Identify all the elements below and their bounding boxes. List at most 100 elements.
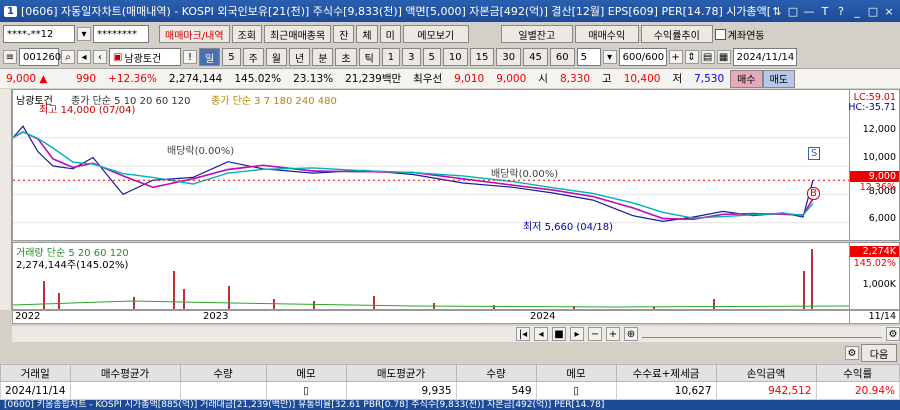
trade-profit-button[interactable]: 매매수익 (574, 25, 639, 43)
calendar-icon[interactable]: ▦ (716, 50, 731, 64)
period-week-button[interactable]: 주 (242, 48, 264, 66)
zoom-out-icon[interactable]: − (588, 327, 602, 341)
cell-sell-qty: 549 (455, 381, 537, 400)
recent-trades-button[interactable]: 최근매매종목 (263, 25, 332, 43)
price-line (13, 125, 814, 223)
chevron-left-icon[interactable]: ‹ (93, 50, 107, 64)
minimize-button[interactable]: _ (850, 5, 864, 18)
period-month-button[interactable]: 월 (265, 48, 287, 66)
interval-10-button[interactable]: 10 (442, 48, 468, 66)
interval-1-button[interactable]: 1 (381, 48, 401, 66)
balance-button[interactable]: 잔 (333, 25, 355, 43)
y-tick: 6,000 (868, 213, 896, 224)
interval-15-button[interactable]: 15 (469, 48, 495, 66)
bar-count-input[interactable]: 600/600 (618, 48, 667, 66)
query-button[interactable]: 조회 (231, 25, 262, 43)
dividend-note-1: 배당락(0.00%) (167, 146, 235, 157)
font-icon[interactable]: T (818, 5, 832, 18)
window-number: 1 (4, 5, 17, 17)
account-input[interactable]: ****-**12 (3, 25, 75, 43)
stop-icon[interactable]: ■ (552, 327, 566, 341)
col-fee-tax[interactable]: 수수료+제세금 (615, 364, 717, 382)
unfilled-button[interactable]: 미 (379, 25, 401, 43)
grid-toolbar: ⚙ 다음 (0, 343, 900, 363)
memo-icon: ▯ (303, 384, 309, 397)
price-axis: LC:59.01 HC:-35.71 12,000 10,000 8,000 6… (848, 89, 900, 241)
volume-bar (133, 297, 135, 309)
account-toolbar: ****-**12 ▾ ******** 매매마크/내역 조회 최근매매종목 잔… (0, 23, 900, 45)
cell-buy-memo[interactable]: ▯ (265, 381, 347, 400)
best-ask-label: 최우선 (413, 73, 443, 85)
chevron-down-icon[interactable]: ▾ (77, 27, 91, 41)
skip-back-icon[interactable]: |◂ (516, 327, 530, 341)
window-box-icon[interactable]: □ (786, 5, 800, 18)
executed-button[interactable]: 체 (356, 25, 378, 43)
col-sell-avg[interactable]: 매도평균가 (345, 364, 457, 382)
col-return[interactable]: 수익률 (815, 364, 900, 382)
list-icon[interactable]: ≡ (3, 50, 17, 64)
dash-icon[interactable]: — (802, 5, 816, 18)
daily-balance-button[interactable]: 일별잔고 (500, 25, 573, 43)
interval-45-button[interactable]: 45 (523, 48, 548, 66)
search-icon[interactable]: ⌕ (61, 50, 75, 64)
col-buy-qty[interactable]: 수량 (179, 364, 267, 382)
sell-button[interactable]: 매도 (762, 69, 795, 88)
period-year-button[interactable]: 년 (288, 48, 311, 66)
interval-select[interactable]: 5 (576, 48, 601, 66)
period-day-button[interactable]: 일 (199, 48, 221, 66)
buy-button[interactable]: 매수 (730, 69, 763, 88)
table-row[interactable]: 2024/11/14 ▯ 9,935 549 ▯ 10,627 942,512 … (0, 381, 900, 400)
col-buy-memo[interactable]: 메모 (265, 364, 347, 382)
crosshair-icon[interactable]: + (668, 50, 683, 64)
scale-icon[interactable]: ⇕ (684, 50, 699, 64)
period-5-button[interactable]: 5 (222, 48, 241, 66)
left-tool-strip[interactable] (0, 89, 12, 310)
alert-icon[interactable]: ! (183, 50, 197, 64)
speaker-icon[interactable]: ◂ (77, 50, 91, 64)
open-label: 시 (538, 73, 548, 85)
scroll-track[interactable] (642, 330, 882, 338)
sort-icon[interactable]: ⇅ (770, 5, 784, 18)
account-link-checkbox[interactable]: 계좌연동 (714, 27, 765, 42)
next-icon[interactable]: ▸ (570, 327, 584, 341)
password-input[interactable]: ******** (93, 25, 149, 43)
prev-icon[interactable]: ◂ (534, 327, 548, 341)
col-trade-date[interactable]: 거래일 (0, 364, 71, 382)
save-icon[interactable]: ▤ (700, 50, 715, 64)
col-buy-avg[interactable]: 매수평균가 (69, 364, 181, 382)
high-value: 10,400 (623, 72, 661, 85)
stock-code-input[interactable]: 001260 (19, 48, 61, 66)
gear-icon[interactable]: ⚙ (845, 346, 859, 360)
trade-mark-button[interactable]: 매매마크/내역 (159, 25, 230, 43)
interval-60-button[interactable]: 60 (549, 48, 575, 66)
date-input[interactable]: 2024/11/14 (732, 48, 797, 66)
price-chart[interactable]: 남광토건 종가 단순 5 10 20 60 120 종가 단순 3 7 180 … (12, 89, 850, 241)
interval-5-button[interactable]: 5 (422, 48, 441, 66)
help-icon[interactable]: ? (834, 5, 848, 18)
zoom-in-icon[interactable]: + (606, 327, 620, 341)
next-button[interactable]: 다음 (861, 344, 897, 362)
signal-sell-marker: S (808, 147, 821, 160)
zoom-fit-icon[interactable]: ⊕ (624, 327, 638, 341)
maximize-button[interactable]: □ (866, 5, 880, 18)
volume-bar (273, 299, 275, 309)
period-second-button[interactable]: 초 (335, 48, 357, 66)
cell-buy-avg (69, 381, 181, 400)
interval-30-button[interactable]: 30 (496, 48, 522, 66)
settings-icon[interactable]: ⚙ (886, 327, 900, 341)
col-sell-qty[interactable]: 수량 (455, 364, 537, 382)
price-change-pct: +12.36% (108, 72, 157, 85)
period-minute-button[interactable]: 분 (312, 48, 334, 66)
col-sell-memo[interactable]: 메모 (535, 364, 617, 382)
chevron-down-icon[interactable]: ▾ (602, 50, 617, 64)
col-profit[interactable]: 손익금액 (715, 364, 817, 382)
memo-view-button[interactable]: 메모보기 (402, 25, 469, 43)
volume-chart[interactable]: 거래량 단순 5 20 60 120 2,274,144주(145.02%) (12, 242, 850, 310)
close-button[interactable]: × (882, 5, 896, 18)
x-axis-right: 11/14 (850, 310, 900, 324)
interval-3-button[interactable]: 3 (402, 48, 421, 66)
cell-sell-memo[interactable]: ▯ (535, 381, 617, 400)
cell-trade-date: 2024/11/14 (0, 381, 71, 400)
period-tick-button[interactable]: 틱 (358, 48, 380, 66)
profit-trend-button[interactable]: 수익률추이 (640, 25, 713, 43)
